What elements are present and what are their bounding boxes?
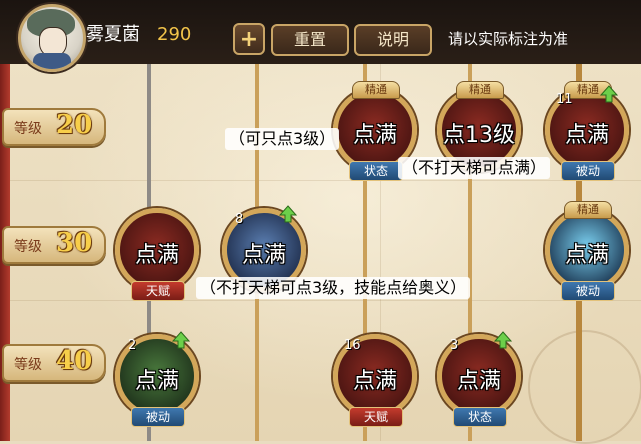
skill-type-tag: 被动 xyxy=(561,161,615,181)
skill-label: 点满 xyxy=(241,243,286,268)
level-label: 等级 xyxy=(14,357,42,373)
skill-label: 点满 xyxy=(134,369,179,394)
skill-node-l40-b[interactable]: 16 点满 天赋 xyxy=(333,334,417,427)
mastery-badge: 精通 xyxy=(564,201,612,219)
skill-type-tag: 天赋 xyxy=(349,407,403,427)
mastery-badge: 精通 xyxy=(352,81,400,99)
skill-node-l30-a[interactable]: 点满 天赋 xyxy=(115,208,199,301)
player-name: 雾夏菌 xyxy=(86,24,140,45)
skill-type-tag: 天赋 xyxy=(131,281,185,301)
skill-node-l20-c[interactable]: 精通 11 点满 被动 xyxy=(545,81,629,181)
skill-node-l30-c[interactable]: 精通 点满 被动 xyxy=(545,201,629,301)
upgrade-arrow-icon xyxy=(172,331,190,349)
skill-level-count: 16 xyxy=(344,338,361,353)
add-currency-button[interactable]: + xyxy=(233,23,265,55)
skill-label: 点满 xyxy=(352,123,397,148)
upgrade-arrow-icon xyxy=(600,85,618,103)
mastery-badge: 精通 xyxy=(456,81,504,99)
level-label: 等级 xyxy=(14,121,42,137)
skill-level-count: 8 xyxy=(235,212,244,227)
notice-text: 请以实际标注为准 xyxy=(448,30,569,48)
skill-level-count: 2 xyxy=(128,338,137,353)
currency-value: 290 xyxy=(157,24,192,45)
reset-button[interactable]: 重置 xyxy=(271,24,349,56)
level-number: 40 xyxy=(56,346,93,376)
level-label: 等级 xyxy=(14,239,42,255)
compass-rose-icon xyxy=(528,330,641,444)
level-plate-20: 等级 20 xyxy=(2,108,106,146)
skill-label: 点满 xyxy=(564,243,609,268)
skill-level-count: 11 xyxy=(556,92,573,107)
annotation-left20: （可只点3级） xyxy=(225,128,340,150)
skill-type-tag: 被动 xyxy=(131,407,185,427)
skill-level-count: 3 xyxy=(450,338,459,353)
skill-node-l40-a[interactable]: 2 点满 被动 xyxy=(115,331,199,427)
annotation-below20: （不打天梯可点满） xyxy=(398,157,551,179)
skill-label: 点满 xyxy=(564,123,609,148)
level-plate-30: 等级 30 xyxy=(2,226,106,264)
skill-label: 点满 xyxy=(352,369,397,394)
skill-label: 点满 xyxy=(456,369,501,394)
level-plate-40: 等级 40 xyxy=(2,344,106,382)
upgrade-arrow-icon xyxy=(494,331,512,349)
help-button[interactable]: 说明 xyxy=(354,24,432,56)
upgrade-arrow-icon xyxy=(279,205,297,223)
avatar[interactable] xyxy=(18,4,86,72)
map-gridline xyxy=(0,180,641,181)
level-number: 20 xyxy=(56,110,93,140)
skill-type-tag: 状态 xyxy=(453,407,507,427)
skill-label: 点13级 xyxy=(443,123,515,148)
map-gridline xyxy=(0,300,641,301)
level-number: 30 xyxy=(56,228,93,258)
skill-type-tag: 被动 xyxy=(561,281,615,301)
skill-node-l40-c[interactable]: 3 点满 状态 xyxy=(437,331,521,427)
skill-label: 点满 xyxy=(134,243,179,268)
skill-type-tag: 状态 xyxy=(349,161,403,181)
annotation-below30: （不打天梯可点3级，技能点给奥义） xyxy=(196,277,471,299)
